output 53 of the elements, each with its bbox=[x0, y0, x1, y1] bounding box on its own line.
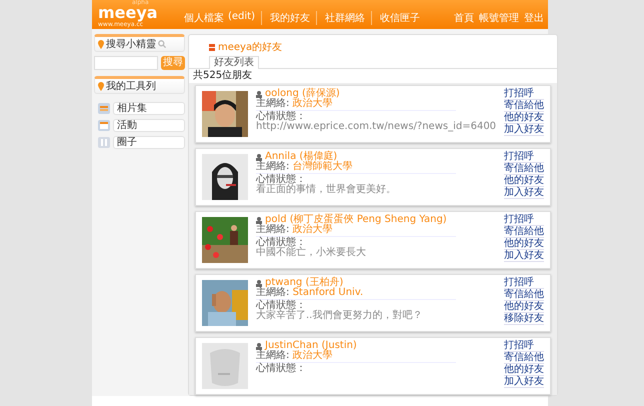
page-title: meeya的好友 bbox=[218, 41, 282, 54]
action-link[interactable]: 他的好友 bbox=[504, 364, 544, 376]
search-icon bbox=[158, 40, 166, 48]
action-link[interactable]: 打招呼 bbox=[504, 151, 544, 163]
tab[interactable]: 好友列表 bbox=[209, 56, 259, 69]
action-link[interactable]: 寄信給他 bbox=[504, 100, 544, 112]
mood-text: 中國不能亡，小米要長大 bbox=[256, 248, 367, 258]
person-icon bbox=[256, 216, 262, 224]
panel-title: 我的工具列 bbox=[106, 80, 156, 93]
action-link[interactable]: 他的好友 bbox=[504, 301, 544, 313]
action-link[interactable]: 寄信給他 bbox=[504, 226, 544, 238]
mood-label: 心情狀態： bbox=[256, 238, 307, 248]
action-link[interactable]: 加入好友 bbox=[504, 187, 544, 199]
action-link[interactable]: 寄信給他 bbox=[504, 163, 544, 175]
search-field[interactable] bbox=[94, 56, 158, 70]
action-link[interactable]: 寄信給他 bbox=[504, 352, 544, 364]
photo-album-icon bbox=[98, 103, 110, 114]
mood-text: 大家辛苦了..我們會更努力的，對吧？ bbox=[256, 311, 424, 321]
mood-label: 心情狀態： bbox=[256, 364, 307, 374]
toolbar-item[interactable]: 相片集 bbox=[113, 102, 185, 115]
action-link[interactable]: 打招呼 bbox=[504, 340, 544, 352]
action-link[interactable]: 他的好友 bbox=[504, 175, 544, 187]
action-link[interactable]: 加入好友 bbox=[504, 376, 544, 388]
action-link[interactable]: 他的好友 bbox=[504, 112, 544, 124]
action-link[interactable]: 打招呼 bbox=[504, 214, 544, 226]
mood-text: 看正面的事情，世界會更美好。 bbox=[256, 185, 397, 195]
action-link[interactable]: 打招呼 bbox=[504, 88, 544, 100]
network-label: 主網絡: bbox=[256, 161, 290, 172]
friend-count: 共525位朋友 bbox=[192, 69, 254, 83]
mood-label: 心情狀態： bbox=[256, 175, 306, 185]
network-label: 主網絡: bbox=[256, 350, 290, 361]
action-link[interactable]: 加入好友 bbox=[504, 250, 544, 262]
panel-title: 搜尋小精靈 bbox=[106, 38, 156, 51]
network-label: 主網絡: bbox=[256, 287, 290, 298]
action-link[interactable]: 他的好友 bbox=[504, 238, 544, 250]
calendar-icon bbox=[98, 120, 110, 131]
mood-text: http://www.eprice.com.tw/news/?news_id=6400 bbox=[256, 122, 496, 132]
action-link[interactable]: 移除好友 bbox=[504, 313, 544, 325]
network-label: 主網絡: bbox=[256, 98, 290, 109]
network-label: 主網絡: bbox=[256, 224, 290, 235]
pin-icon bbox=[98, 82, 104, 90]
person-icon bbox=[256, 90, 262, 98]
person-icon bbox=[256, 280, 262, 286]
action-link[interactable]: 寄信給他 bbox=[504, 289, 544, 301]
toolbar-item[interactable]: 活動 bbox=[113, 119, 185, 132]
mood-label: 心情狀態： bbox=[256, 301, 307, 311]
action-link[interactable]: 加入好友 bbox=[504, 124, 544, 136]
toolbar-item[interactable]: 圈子 bbox=[113, 136, 185, 149]
person-icon bbox=[256, 342, 262, 350]
person-icon bbox=[256, 154, 262, 160]
pin-icon bbox=[98, 40, 104, 48]
mood-label: 心情狀態： bbox=[256, 112, 306, 122]
action-link[interactable]: 打招呼 bbox=[504, 277, 544, 289]
